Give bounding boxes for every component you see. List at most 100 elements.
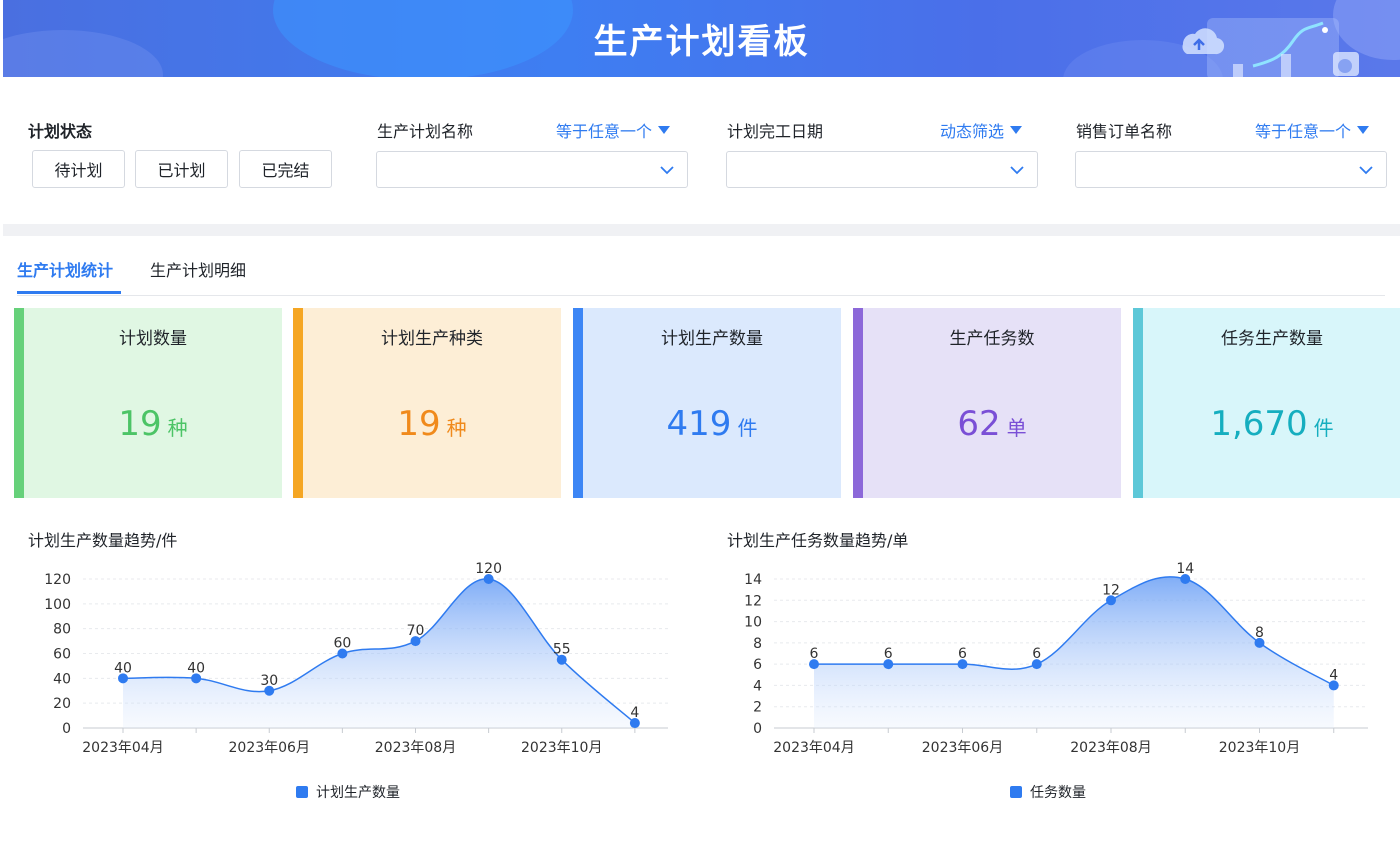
kpi-card-plan-kinds: 计划生产种类 19 种 [293,308,561,498]
plan-name-operator-dropdown[interactable]: 等于任意一个 [556,118,671,142]
data-label: 12 [1102,582,1120,598]
y-tick-label: 12 [744,593,762,609]
caret-down-icon [658,126,671,134]
card-unit: 单 [1006,416,1027,440]
x-tick-label: 2023年04月 [773,740,854,756]
chevron-down-icon [660,166,674,175]
card-value: 1,670 件 [1143,404,1400,444]
card-number: 19 [118,404,162,444]
y-tick-label: 100 [44,597,71,613]
kpi-card-plan-count: 计划数量 19 种 [14,308,282,498]
plan-name-filter-label: 生产计划名称 [377,122,474,141]
x-tick-label: 2023年10月 [1219,740,1300,756]
data-label: 6 [958,646,967,662]
card-title: 生产任务数 [949,329,1035,349]
y-tick-label: 14 [744,572,762,588]
data-label: 55 [553,642,571,658]
quantity-trend-chart: 0 20 40 60 80 100 120 2023年04月 2023年06月 2023年08月 2… [44,561,668,756]
legend-quantity[interactable]: 计划生产数量 [296,782,400,802]
card-value: 419 件 [583,404,841,444]
card-unit: 种 [167,416,188,440]
tab-plan-statistics[interactable]: 生产计划统计 [17,257,113,281]
order-name-filter-label: 销售订单名称 [1076,122,1173,141]
card-accent-bar [14,308,24,498]
card-title: 计划生产数量 [661,329,763,349]
chart-illustration-icon [1182,18,1359,77]
legend-swatch [1010,786,1022,798]
order-name-operator-dropdown[interactable]: 等于任意一个 [1255,118,1370,142]
chart-title-quantity: 计划生产数量趋势/件 [28,531,178,550]
data-label: 6 [1032,646,1041,662]
card-title: 任务生产数量 [1221,329,1323,349]
chart-title-tasks: 计划生产任务数量趋势/单 [727,531,909,550]
card-value: 62 单 [863,404,1121,444]
x-tick-label: 2023年06月 [229,740,310,756]
data-label: 14 [1176,561,1194,577]
data-label: 40 [187,660,205,676]
data-label: 70 [407,623,425,639]
y-tick-label: 0 [753,721,762,737]
card-unit: 件 [737,416,758,440]
y-tick-label: 6 [753,657,762,673]
data-label: 120 [475,561,502,577]
tab-plan-details[interactable]: 生产计划明细 [150,257,246,281]
status-button-completed[interactable]: 已完结 [239,150,332,188]
data-label: 8 [1255,625,1264,641]
data-label: 30 [260,673,278,689]
finish-date-select[interactable] [726,151,1038,188]
y-tick-label: 2 [753,700,762,716]
card-value: 19 种 [24,404,282,444]
status-filter-label: 计划状态 [28,122,93,141]
card-number: 19 [397,404,441,444]
data-label: 40 [114,660,132,676]
x-tick-label: 2023年08月 [375,740,456,756]
y-tick-label: 10 [744,615,762,631]
finish-date-filter-label: 计划完工日期 [727,122,824,141]
card-accent-bar [1133,308,1143,498]
status-button-planned[interactable]: 已计划 [135,150,228,188]
data-label: 4 [630,705,639,721]
card-title: 计划数量 [119,329,187,349]
card-accent-bar [573,308,583,498]
kpi-card-plan-quantity: 计划生产数量 419 件 [573,308,841,498]
legend-tasks[interactable]: 任务数量 [1010,782,1086,802]
data-label: 6 [810,646,819,662]
y-tick-label: 4 [753,678,762,694]
finish-date-operator-dropdown[interactable]: 动态筛选 [940,118,1023,142]
y-tick-label: 20 [53,696,71,712]
chevron-down-icon [1010,166,1024,175]
order-name-select[interactable] [1075,151,1387,188]
kpi-card-task-count: 生产任务数 62 单 [853,308,1121,498]
tab-bar: 生产计划统计 生产计划明细 [17,240,1385,296]
section-divider [3,224,1400,236]
y-tick-label: 40 [53,671,71,687]
kpi-card-task-quantity: 任务生产数量 1,670 件 [1133,308,1400,498]
card-unit: 件 [1313,416,1334,440]
y-tick-label: 60 [53,647,71,663]
chevron-down-icon [1359,166,1373,175]
card-number: 1,670 [1210,404,1308,444]
status-button-pending[interactable]: 待计划 [32,150,125,188]
caret-down-icon [1357,126,1370,134]
legend-swatch [296,786,308,798]
y-tick-label: 0 [62,721,71,737]
data-label: 6 [884,646,893,662]
card-accent-bar [293,308,303,498]
caret-down-icon [1010,126,1023,134]
task-trend-chart: 0 2 4 6 8 10 12 14 2023年04月 2023年06月 2023年08月 2023年… [744,561,1368,756]
y-tick-label: 8 [753,636,762,652]
card-title: 计划生产种类 [381,329,483,349]
active-tab-indicator [17,291,121,294]
y-tick-label: 120 [44,572,71,588]
data-label: 4 [1329,667,1338,683]
card-number: 419 [666,404,732,444]
data-label: 60 [333,636,351,652]
x-tick-label: 2023年06月 [922,740,1003,756]
x-tick-label: 2023年04月 [82,740,163,756]
card-value: 19 种 [303,404,561,444]
card-number: 62 [957,404,1001,444]
y-tick-label: 80 [53,622,71,638]
header-banner: 生产计划看板 [3,0,1400,77]
plan-name-select[interactable] [376,151,688,188]
x-tick-label: 2023年08月 [1070,740,1151,756]
